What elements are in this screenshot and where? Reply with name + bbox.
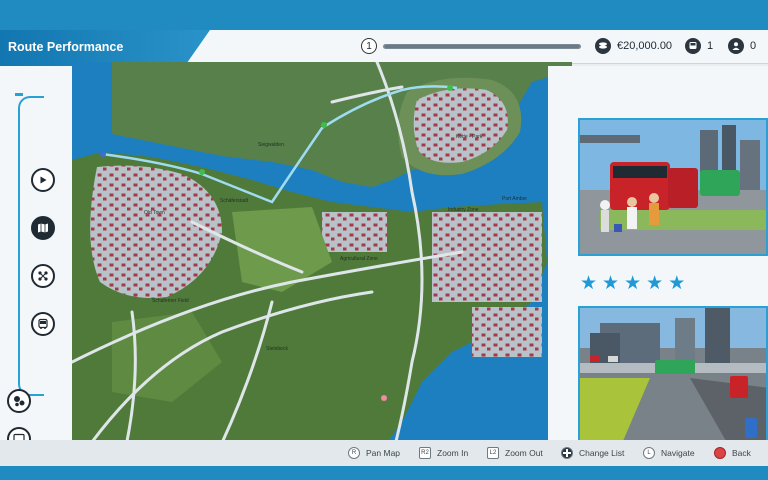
bus-icon [38, 318, 48, 329]
star-icon: ★ [602, 273, 620, 294]
map-label-schaferner-field: Schaferner Field [152, 298, 189, 304]
bus-count-value: 1 [707, 40, 714, 52]
driver-count: 0 [728, 37, 756, 55]
map-label-industry-zone: Industry Zone [448, 207, 479, 213]
sidebar-track-cap [15, 93, 23, 96]
control-pan-map[interactable]: R Pan Map [348, 447, 400, 459]
control-label: Zoom In [437, 448, 469, 458]
route-icon [38, 271, 48, 281]
sidebar-item-settings[interactable] [7, 389, 31, 413]
l2-button-icon: L2 [487, 447, 499, 459]
control-label: Back [732, 448, 751, 458]
sidebar-item-bus[interactable] [31, 312, 55, 336]
money-value: €20,000.00 [617, 40, 673, 52]
city-photo [578, 306, 768, 446]
r2-button-icon: R2 [419, 447, 431, 459]
control-label: Pan Map [366, 448, 401, 458]
money-display: €20,000.00 [595, 37, 672, 55]
sidebar-item-route[interactable] [31, 264, 55, 288]
route-number: 1 [361, 38, 377, 54]
control-back[interactable]: Back [714, 447, 751, 459]
bottom-banner [0, 466, 768, 480]
sidebar-item-map[interactable] [31, 216, 55, 240]
bus-stop-photo [578, 118, 768, 256]
control-zoom-out[interactable]: L2 Zoom Out [487, 447, 543, 459]
map-label-agricultural-zone: Agricultural Zone [340, 256, 378, 262]
map-icon [38, 223, 48, 233]
star-icon: ★ [668, 273, 686, 294]
coins-icon [595, 38, 611, 54]
map-label-port-amber: Port Amber [502, 196, 528, 202]
control-label: Navigate [661, 448, 695, 458]
city-map[interactable]: Siegwalden Kette - Park Schäferstadt Ind… [72, 62, 572, 464]
l-stick-icon: L [643, 447, 655, 459]
circle-button-icon [714, 447, 726, 459]
control-change-list[interactable]: Change List [561, 447, 624, 459]
star-icon: ★ [646, 273, 664, 294]
map-label-kette-park: Kette - Park [456, 134, 483, 140]
driver-icon [728, 38, 744, 54]
bus-icon [685, 38, 701, 54]
rating-stars: ★ ★ ★ ★ ★ [580, 274, 685, 293]
sidebar-track [18, 96, 44, 396]
control-navigate[interactable]: L Navigate [643, 447, 695, 459]
star-icon: ★ [624, 273, 642, 294]
map-graphic [72, 62, 572, 464]
star-icon: ★ [580, 273, 598, 294]
dpad-icon [561, 447, 573, 459]
sidebar-item-play[interactable] [31, 168, 55, 192]
control-label: Change List [579, 448, 625, 458]
settings-icon [14, 396, 25, 407]
play-icon [40, 176, 47, 184]
map-label-steinbeck: Steinbeck [266, 346, 288, 352]
top-banner [0, 0, 768, 30]
page-title: Route Performance [8, 40, 124, 54]
map-label-siegwalden: Siegwalden [258, 142, 284, 148]
driver-count-value: 0 [750, 40, 757, 52]
bus-count: 1 [685, 37, 713, 55]
map-label-schaferstadt: Schäferstadt [220, 198, 249, 204]
r-stick-icon: R [348, 447, 360, 459]
control-label: Zoom Out [505, 448, 543, 458]
control-zoom-in[interactable]: R2 Zoom In [419, 447, 468, 459]
route-progress-bar [383, 43, 581, 49]
route-progress: 1 [361, 37, 581, 55]
map-label-old-town: Old Town [144, 210, 165, 216]
route-progress-fill [384, 44, 580, 48]
